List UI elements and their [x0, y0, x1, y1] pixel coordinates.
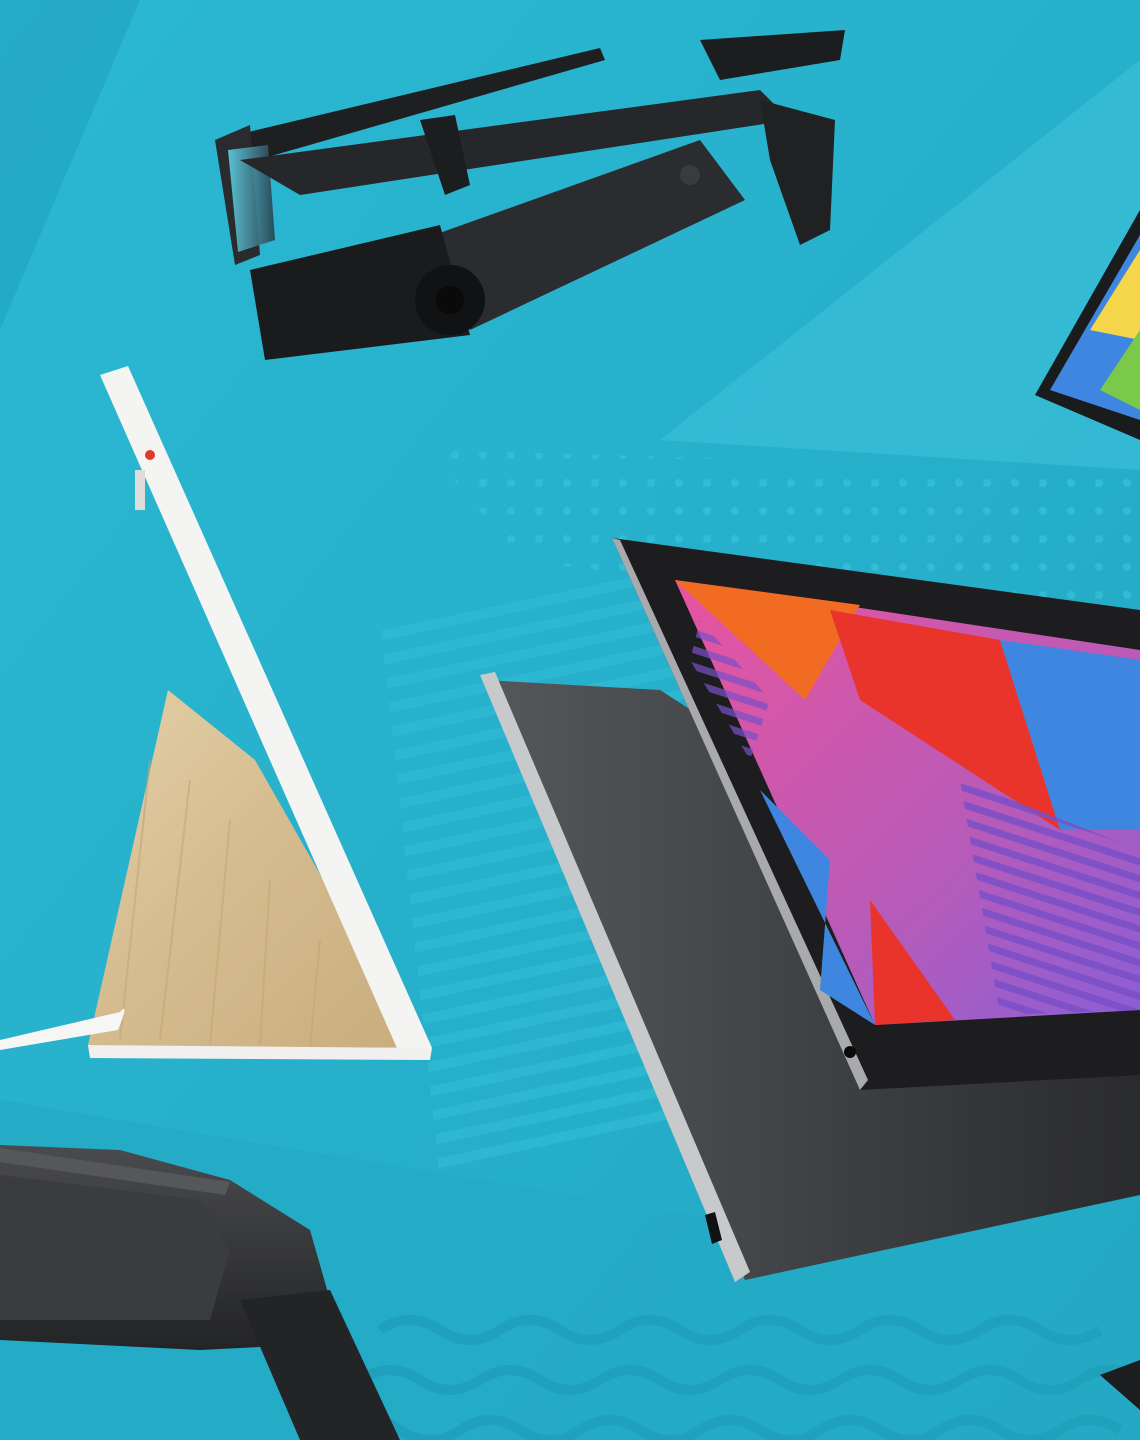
product-scene [0, 0, 1140, 1440]
scene-illustration [0, 0, 1140, 1440]
